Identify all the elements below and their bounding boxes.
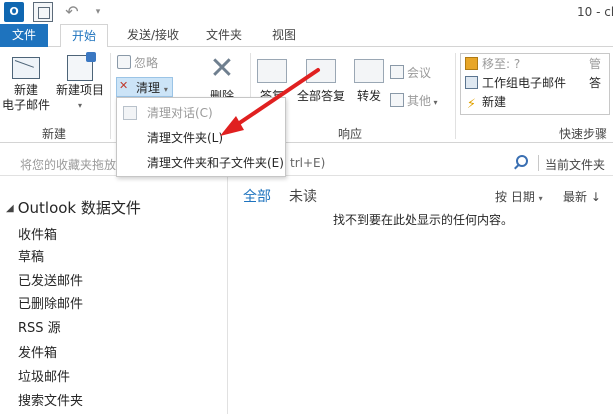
tab-folder[interactable]: 文件夹 <box>198 24 250 47</box>
quick-step-reply-delete[interactable]: 答 <box>589 74 601 92</box>
search-input[interactable]: trl+E) <box>286 153 532 173</box>
new-group-label: 新建 <box>41 127 66 141</box>
scope-divider <box>538 155 539 171</box>
folder-junk[interactable]: 垃圾邮件 <box>18 367 70 389</box>
group-divider <box>110 53 111 139</box>
quick-step-new[interactable]: ⚡ 新建 <box>465 93 506 111</box>
folder-rss[interactable]: RSS 源 <box>18 318 61 340</box>
ignore-icon <box>117 55 131 69</box>
ribbon-tabs: 文件 开始 发送/接收 文件夹 视图 <box>0 24 613 48</box>
watermark-logo <box>496 356 606 396</box>
filter-unread[interactable]: 未读 <box>289 186 317 206</box>
meeting-icon <box>390 65 404 79</box>
menu-item-label: 清理文件夹和子文件夹(E) <box>147 156 284 170</box>
cleanup-button[interactable]: 清理 ▾ <box>116 76 173 97</box>
sort-by-date[interactable]: 按 日期 ▾ <box>495 188 543 205</box>
meeting-button[interactable]: 会议 <box>390 63 431 83</box>
cleanup-caret-icon: ▾ <box>163 85 168 94</box>
sort-by-label: 按 日期 <box>495 190 535 204</box>
quick-step-team-email-label: 工作组电子邮件 <box>482 76 567 90</box>
delete-icon: ✕ <box>209 51 235 86</box>
new-items-icon <box>67 52 96 81</box>
more-respond-label: 其他 <box>407 94 432 108</box>
ignore-label: 忽略 <box>134 56 159 70</box>
tab-send-receive[interactable]: 发送/接收 <box>120 24 186 47</box>
search-icon[interactable] <box>516 155 528 167</box>
tab-view[interactable]: 视图 <box>262 24 306 47</box>
quick-step-team-email[interactable]: 工作组电子邮件 <box>465 74 566 92</box>
move-to-folder-icon <box>465 57 478 70</box>
filter-all[interactable]: 全部 <box>243 186 271 206</box>
quick-steps-group-label: 快速步骤 <box>558 127 607 141</box>
folder-sent[interactable]: 已发送邮件 <box>18 271 83 293</box>
outlook-app-icon[interactable]: O <box>4 2 24 22</box>
quick-step-new-label: 新建 <box>482 95 507 109</box>
menu-item-label: 清理对话(C) <box>147 106 213 120</box>
data-file-header[interactable]: ◢ Outlook 数据文件 <box>6 197 141 218</box>
sort-down-arrow-icon: ↓ <box>590 190 601 204</box>
folder-inbox[interactable]: 收件箱 <box>18 225 57 247</box>
new-email-icon <box>12 57 40 79</box>
search-scope-current-folder[interactable]: 当前文件夹 <box>545 156 605 173</box>
cleanup-icon <box>119 76 133 96</box>
sort-order-newest[interactable]: 最新 ↓ <box>563 188 601 205</box>
new-email-button[interactable]: 新建 电子邮件 <box>2 51 50 113</box>
collapse-triangle-icon[interactable]: ◢ <box>6 203 14 214</box>
more-respond-icon <box>390 93 404 107</box>
new-email-label: 新建 电子邮件 <box>2 83 51 112</box>
meeting-label: 会议 <box>407 66 432 80</box>
folder-search[interactable]: 搜索文件夹 <box>18 391 83 413</box>
search-bar-row: 将您的收藏夹拖放 trl+E) 当前文件夹 <box>0 150 613 176</box>
sort-order-label: 最新 <box>563 190 588 204</box>
cleanup-label: 清理 <box>136 81 161 95</box>
data-file-label: Outlook 数据文件 <box>17 199 141 217</box>
group-divider <box>455 53 456 139</box>
ignore-button[interactable]: 忽略 <box>117 53 158 73</box>
menu-item-clean-folder-subfolders[interactable]: 清理文件夹和子文件夹(E) <box>117 151 285 175</box>
menu-item-clean-conversation[interactable]: 清理对话(C) <box>117 101 285 125</box>
respond-group-label: 响应 <box>337 127 362 141</box>
reply-all-button[interactable]: 全部答复 <box>294 51 348 104</box>
folder-drafts[interactable]: 草稿 <box>18 247 44 269</box>
team-email-icon <box>465 76 478 89</box>
quick-step-move-to-label: 移至: ? <box>482 57 521 71</box>
ribbon: 新建 电子邮件 新建项目 ▾ 新建 忽略 清理 ▾ ✕ 删除 答复 全部答复 转… <box>0 47 613 143</box>
tab-home[interactable]: 开始 <box>60 24 108 48</box>
quick-access-dropdown-icon[interactable]: ▾ <box>88 2 108 22</box>
reply-all-label: 全部答复 <box>296 89 345 103</box>
title-bar: O ↶ ▾ 10 - ch <box>0 0 613 24</box>
clean-conversation-icon <box>123 106 137 120</box>
reply-all-icon <box>306 59 336 83</box>
more-respond-button[interactable]: 其他 ▾ <box>390 91 438 111</box>
folder-deleted[interactable]: 已删除邮件 <box>18 294 83 316</box>
quick-step-manager[interactable]: 管 <box>589 55 601 73</box>
lightning-icon: ⚡ <box>466 97 477 112</box>
send-receive-all-icon[interactable] <box>33 2 53 22</box>
favorites-drop-hint: 将您的收藏夹拖放 <box>20 158 117 172</box>
new-items-button[interactable]: 新建项目 ▾ <box>52 51 108 113</box>
quick-step-move-to[interactable]: 移至: ? <box>465 55 520 73</box>
folder-outbox[interactable]: 发件箱 <box>18 343 57 365</box>
undo-icon[interactable]: ↶ <box>62 2 82 22</box>
forward-label: 转发 <box>356 89 381 103</box>
window-title: 10 - ch <box>577 5 613 19</box>
more-respond-caret-icon: ▾ <box>431 98 438 107</box>
forward-icon <box>354 59 384 83</box>
menu-item-clean-folder[interactable]: 清理文件夹(L) <box>117 126 285 150</box>
tab-file[interactable]: 文件 <box>0 24 48 47</box>
cleanup-dropdown-menu: 清理对话(C) 清理文件夹(L) 清理文件夹和子文件夹(E) <box>116 97 286 177</box>
folder-pane: ◢ Outlook 数据文件 收件箱 草稿 已发送邮件 已删除邮件 RSS 源 发… <box>0 177 228 414</box>
new-items-caret-icon: ▾ <box>77 101 82 110</box>
quick-steps-gallery: 移至: ? 工作组电子邮件 ⚡ 新建 管 答 <box>460 53 610 115</box>
menu-item-label: 清理文件夹(L) <box>147 131 224 145</box>
forward-button[interactable]: 转发 <box>352 51 386 104</box>
new-items-label: 新建项目 <box>55 83 104 97</box>
reply-icon <box>257 59 287 83</box>
empty-list-message: 找不到要在此处显示的任何内容。 <box>333 213 514 227</box>
sort-by-caret-icon: ▾ <box>538 194 543 203</box>
